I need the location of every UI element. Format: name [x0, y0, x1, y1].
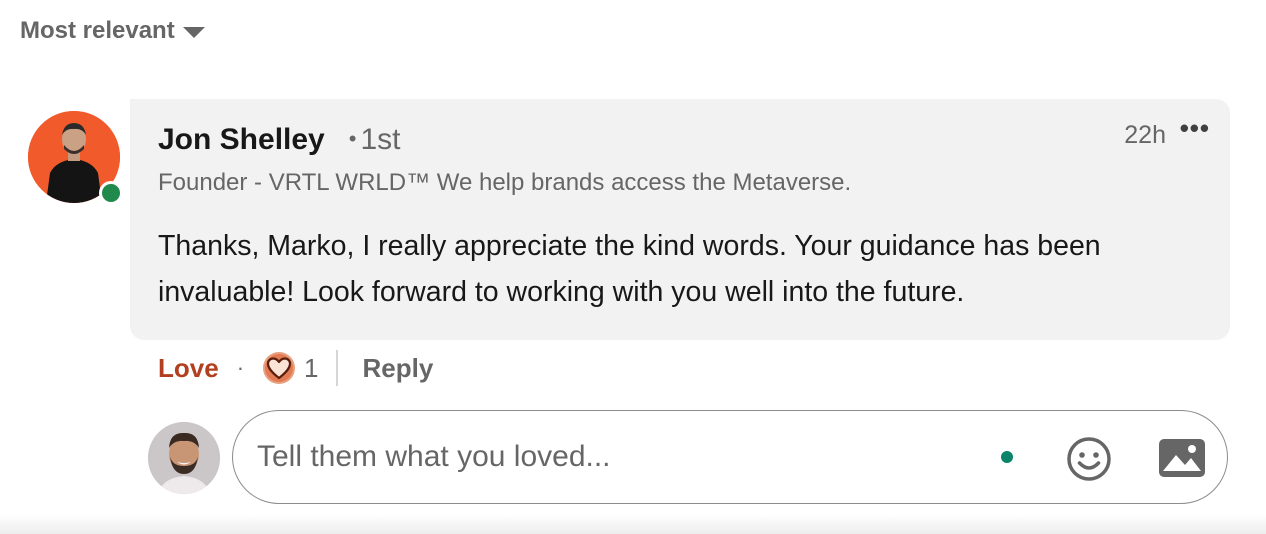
commenter-name[interactable]: Jon Shelley — [158, 123, 325, 157]
reply-box — [232, 410, 1228, 504]
comment-text: Thanks, Marko, I really appreciate the k… — [158, 230, 1101, 308]
sort-label: Most relevant — [20, 17, 175, 44]
reply-button[interactable]: Reply — [362, 353, 433, 384]
image-icon[interactable] — [1157, 437, 1207, 479]
sort-dropdown[interactable]: Most relevant — [20, 17, 205, 45]
online-status-icon — [99, 181, 123, 205]
comment-actions: Love · 1 Reply — [158, 348, 433, 388]
status-dot-icon — [1001, 451, 1013, 463]
bottom-edge — [0, 514, 1266, 534]
connection-degree: • 1st — [348, 123, 401, 156]
caret-down-icon — [182, 26, 205, 38]
reply-input[interactable] — [255, 431, 979, 483]
comment-timestamp: 22h — [1124, 121, 1166, 149]
commenter-headline: Founder - VRTL WRLD™ We help brands acce… — [158, 169, 852, 196]
divider — [336, 350, 339, 386]
love-heart-reaction-icon — [263, 352, 296, 384]
comment-bubble: Jon Shelley • 1st Founder - VRTL WRLD™ We… — [130, 99, 1230, 340]
reaction-count: 1 — [304, 352, 319, 383]
smiley-face-icon[interactable] — [1065, 435, 1113, 483]
current-user-avatar[interactable] — [148, 422, 220, 494]
ellipsis-icon[interactable]: ••• — [1180, 113, 1210, 144]
separator-dot: · — [236, 355, 245, 380]
reaction-summary[interactable]: 1 — [262, 351, 318, 385]
love-reaction-button[interactable]: Love — [158, 353, 219, 384]
person-photo-icon — [148, 422, 220, 494]
